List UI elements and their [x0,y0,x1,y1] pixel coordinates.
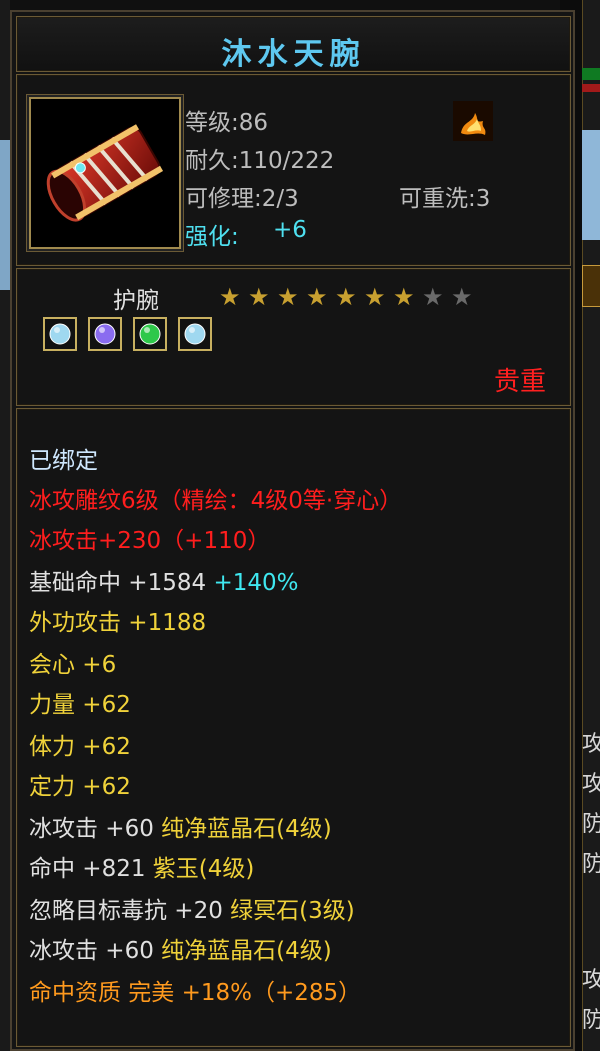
gem-stat-row: 冰攻击 +60 纯净蓝晶石(4级) [29,931,332,965]
star-filled-icon: ★ [277,283,299,311]
star-empty-icon: ★ [422,283,444,311]
title-bar: 沐水天腕 [16,16,571,72]
item-type-box: 护腕 ★ ★ ★ ★ ★ ★ ★ ★ ★ 贵重 [16,268,571,406]
gem-name: 紫玉(4级) [152,856,255,882]
gem-name: 纯净蓝晶石(4级) [161,938,332,964]
background-text: 防 [582,1008,600,1033]
gem-stat-row: 冰攻击 +60 纯净蓝晶石(4级) [29,809,332,843]
gem-stat-row: 命中 +821 紫玉(4级) [29,849,254,883]
base-hit-bonus: +140% [213,570,299,596]
star-filled-icon: ★ [335,283,357,311]
item-tooltip: 沐水天腕 等级:86 耐久:110/222 可修理:2/3 可重洗:3 强化: … [10,10,575,1051]
bound-status: 已绑定 [29,448,98,474]
ice-gem-icon[interactable] [178,317,212,351]
item-rarity: 贵重 [493,367,546,397]
gem-stat-value: 忽略目标毒抗 +20 [29,898,223,924]
carve-attribute: 冰攻雕纹6级（精绘：4级0等·穿心） [29,488,403,514]
item-name: 沐水天腕 [221,37,366,72]
focus-stat: 定力 +62 [29,774,131,800]
green-gem-icon[interactable] [133,317,167,351]
star-filled-icon: ★ [219,283,241,311]
item-level: 等级:86 [185,110,269,136]
fire-element-icon [453,101,493,141]
external-attack: 外功攻击 +1188 [29,610,207,636]
item-durability: 耐久:110/222 [185,148,335,174]
star-filled-icon: ★ [248,283,270,311]
background-text: 攻 [582,968,600,993]
purple-gem-icon[interactable] [88,317,122,351]
strength-stat: 力量 +62 [29,692,131,718]
gem-stat-value: 冰攻击 +60 [29,816,154,842]
gem-stat-row: 忽略目标毒抗 +20 绿冥石(3级) [29,891,355,925]
background-text: 防 [582,812,600,837]
item-type: 护腕 [113,288,159,314]
base-hit-label: 基础命中 +1584 [29,570,207,596]
gem-stat-value: 命中 +821 [29,856,146,882]
ice-gem-icon[interactable] [43,317,77,351]
star-filled-icon: ★ [306,283,328,311]
item-stats-box: 已绑定 冰攻雕纹6级（精绘：4级0等·穿心） 冰攻击+230（+110） 基础命… [16,408,571,1047]
crit-stat: 会心 +6 [29,652,117,678]
stamina-stat: 体力 +62 [29,734,131,760]
background-left [0,0,10,1051]
background-text: 攻 [582,732,600,757]
ice-attack-main: 冰攻击+230（+110） [29,528,271,554]
star-filled-icon: ★ [364,283,386,311]
background-text: 防 [582,852,600,877]
red-bracer-icon[interactable] [29,97,181,249]
gem-name: 纯净蓝晶石(4级) [161,816,332,842]
star-filled-icon: ★ [393,283,415,311]
item-enhance-label: 强化: [185,224,239,250]
item-repairable: 可修理:2/3 [185,186,299,212]
item-enhance-value: +6 [273,217,307,243]
gem-name: 绿冥石(3级) [230,898,355,924]
background-text: 攻 [582,772,600,797]
item-info-box: 等级:86 耐久:110/222 可修理:2/3 可重洗:3 强化: +6 [16,74,571,266]
hit-aptitude: 命中资质 完美 +18%（+285） [29,980,362,1006]
item-rewash: 可重洗:3 [399,186,491,212]
base-hit: 基础命中 +1584 +140% [29,563,298,597]
gem-stat-value: 冰攻击 +60 [29,938,154,964]
star-empty-icon: ★ [451,283,473,311]
